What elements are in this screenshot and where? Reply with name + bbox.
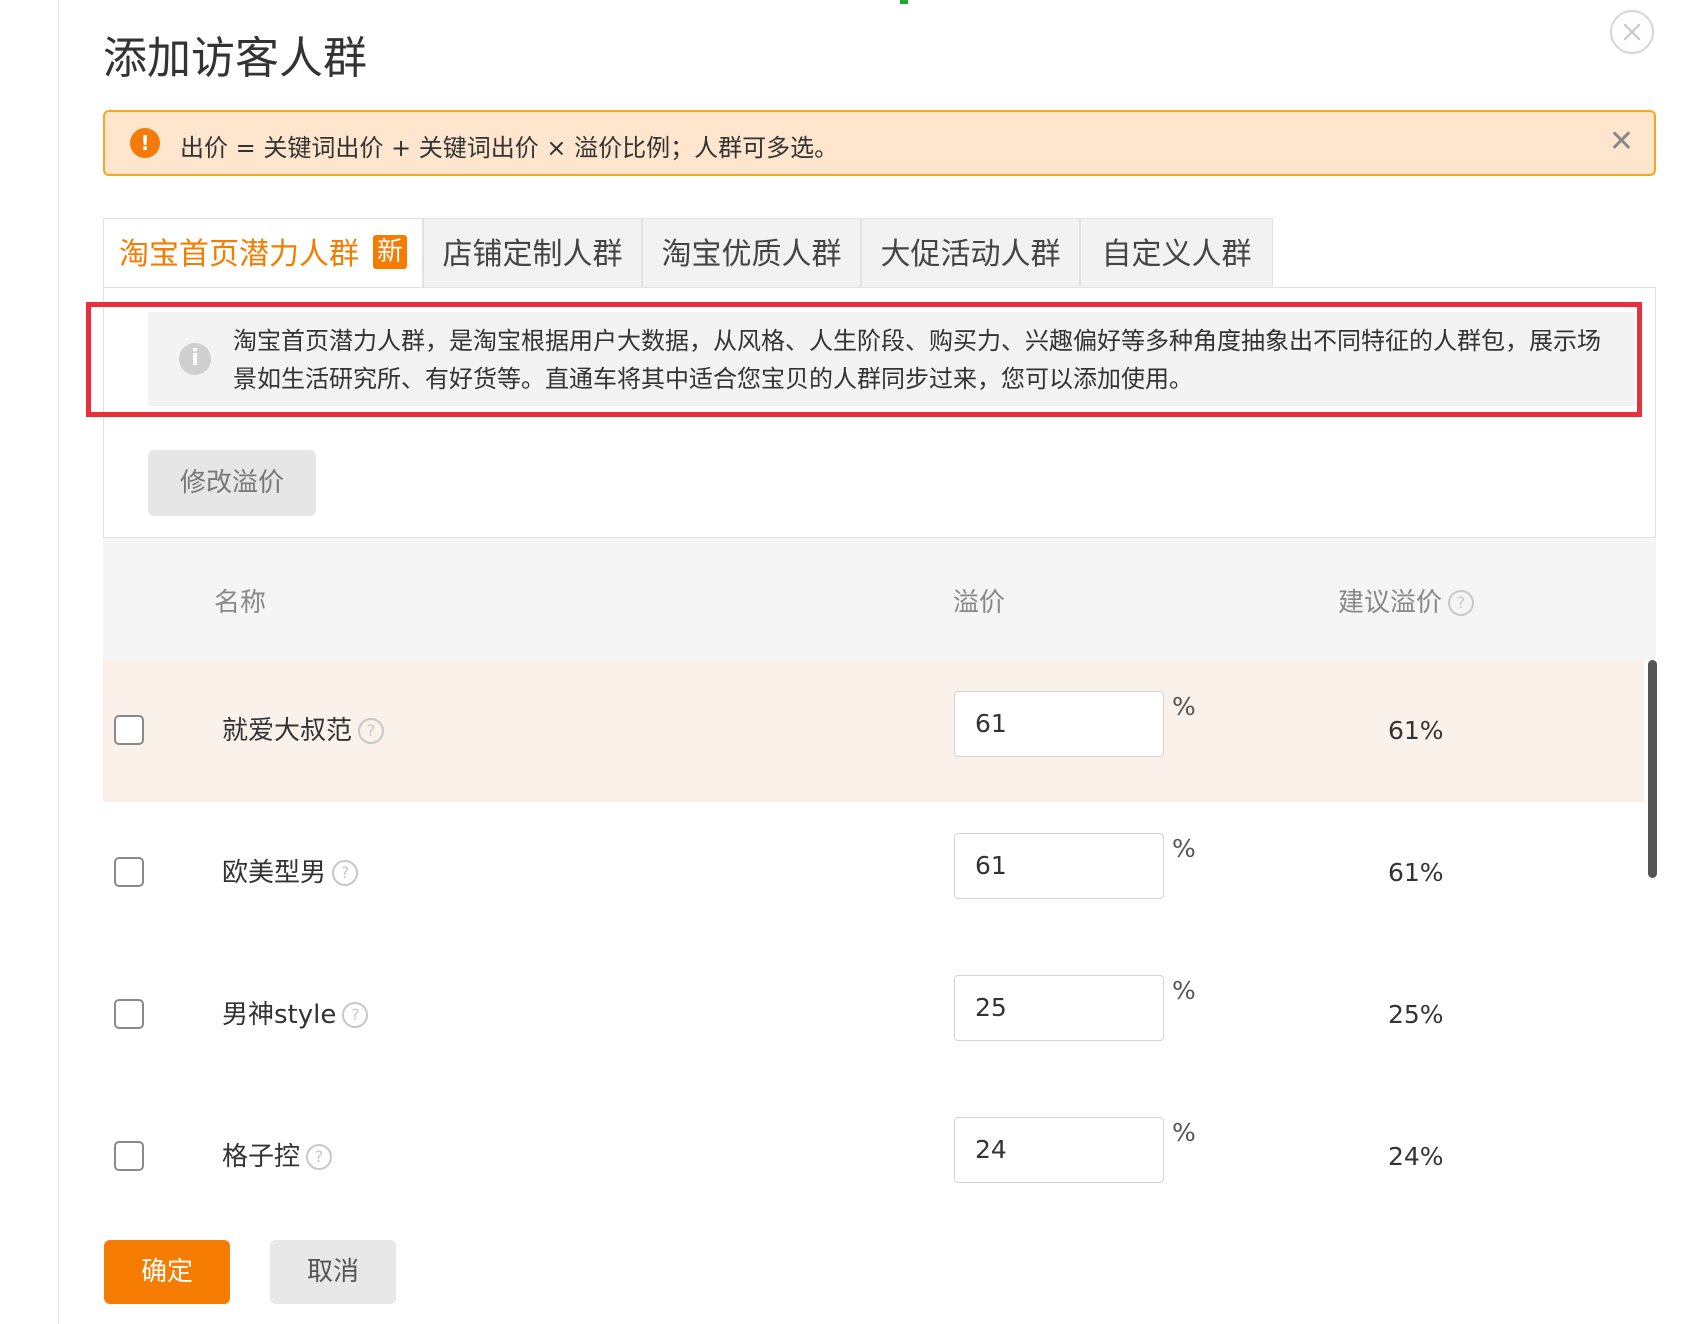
alert-text: 出价 = 关键词出价 + 关键词出价 × 溢价比例；人群可多选。	[180, 134, 839, 162]
new-badge: 新	[372, 235, 407, 269]
row-name: 就爱大叔范?	[222, 710, 385, 747]
tab-store-custom[interactable]: 店铺定制人群	[423, 218, 642, 288]
suggested-premium: 61%	[1388, 858, 1444, 887]
premium-input[interactable]: 61	[954, 691, 1164, 757]
premium-input[interactable]: 61	[954, 833, 1164, 899]
row-checkbox[interactable]	[114, 999, 144, 1029]
dialog-title: 添加访客人群	[103, 33, 367, 84]
row-name: 格子控?	[222, 1136, 333, 1173]
row-checkbox[interactable]	[114, 715, 144, 745]
table-header: 名称 溢价 建议溢价?	[103, 538, 1656, 660]
warning-icon: !	[130, 128, 160, 158]
percent-unit: %	[1172, 834, 1196, 863]
highlight-annotation	[86, 302, 1642, 417]
help-icon[interactable]: ?	[358, 718, 385, 744]
premium-input[interactable]: 25	[954, 975, 1164, 1041]
table-row: 男神style? 25 % 25%	[103, 944, 1644, 1087]
help-icon[interactable]: ?	[332, 860, 359, 886]
suggested-premium: 24%	[1388, 1142, 1444, 1171]
percent-unit: %	[1172, 976, 1196, 1005]
suggested-premium: 61%	[1388, 716, 1444, 745]
confirm-button[interactable]: 确定	[104, 1240, 230, 1304]
percent-unit: %	[1172, 1118, 1196, 1147]
tab-custom[interactable]: 自定义人群	[1080, 218, 1273, 288]
help-icon[interactable]: ?	[1448, 590, 1475, 616]
row-name: 欧美型男?	[222, 852, 359, 889]
row-checkbox[interactable]	[114, 857, 144, 887]
header-suggested: 建议溢价?	[1338, 582, 1475, 619]
modify-premium-button[interactable]: 修改溢价	[148, 450, 316, 516]
table-row: 欧美型男? 61 % 61%	[103, 802, 1644, 945]
row-name-label: 男神style	[222, 1000, 337, 1030]
alert-close-icon[interactable]: ✕	[1609, 122, 1634, 162]
scrollbar-thumb[interactable]	[1648, 660, 1657, 878]
header-name: 名称	[214, 588, 267, 618]
tab-label: 淘宝首页潜力人群	[118, 237, 359, 272]
help-icon[interactable]: ?	[306, 1144, 333, 1170]
row-name-label: 就爱大叔范	[222, 716, 353, 746]
tab-quality[interactable]: 淘宝优质人群	[642, 218, 861, 288]
percent-unit: %	[1172, 692, 1196, 721]
suggested-premium: 25%	[1388, 1000, 1444, 1029]
tab-promotion[interactable]: 大促活动人群	[861, 218, 1080, 288]
row-checkbox[interactable]	[114, 1141, 144, 1171]
cancel-button[interactable]: 取消	[270, 1240, 396, 1304]
help-icon[interactable]: ?	[342, 1002, 369, 1028]
dialog-close-icon[interactable]	[1610, 10, 1654, 54]
tab-homepage-potential[interactable]: 淘宝首页潜力人群新	[103, 218, 423, 288]
row-name-label: 欧美型男	[222, 858, 327, 888]
header-suggested-label: 建议溢价	[1338, 588, 1443, 618]
row-name: 男神style?	[222, 994, 369, 1031]
alert-banner: ! 出价 = 关键词出价 + 关键词出价 × 溢价比例；人群可多选。 ✕	[103, 110, 1656, 176]
top-indicator	[900, 0, 908, 4]
table-row: 格子控? 24 % 24%	[103, 1086, 1644, 1228]
premium-input[interactable]: 24	[954, 1117, 1164, 1183]
table-row: 就爱大叔范? 61 % 61%	[103, 660, 1644, 803]
dialog-left-border	[58, 0, 59, 1324]
header-premium: 溢价	[953, 588, 1006, 618]
row-name-label: 格子控	[222, 1142, 301, 1172]
